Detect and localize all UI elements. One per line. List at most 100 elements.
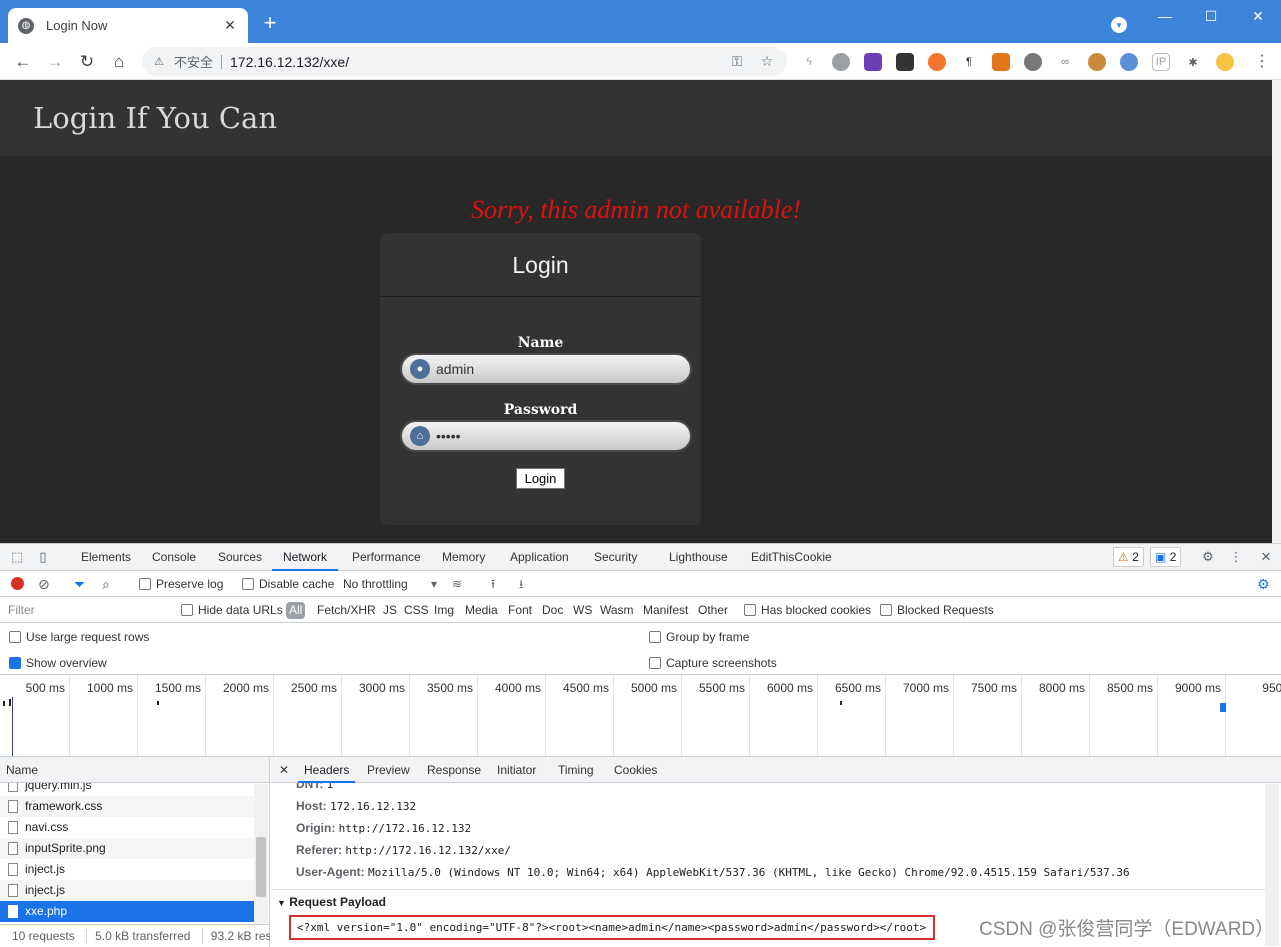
tab-editthiscookie[interactable]: EditThisCookie bbox=[751, 544, 832, 571]
tab-performance[interactable]: Performance bbox=[352, 544, 421, 571]
password-value[interactable]: ••••• bbox=[436, 428, 461, 444]
more-options-icon[interactable]: ⋮ bbox=[1227, 548, 1245, 566]
tab-elements[interactable]: Elements bbox=[81, 544, 131, 571]
close-devtools-icon[interactable]: ✕ bbox=[1257, 548, 1275, 566]
reload-icon[interactable]: ↻ bbox=[76, 51, 98, 73]
tab-preview[interactable]: Preview bbox=[367, 757, 410, 783]
scrollbar-thumb[interactable] bbox=[256, 837, 266, 897]
large-rows-checkbox[interactable]: Use large request rows bbox=[9, 630, 149, 644]
password-field[interactable]: ⌂ ••••• bbox=[400, 420, 692, 452]
maximize-button[interactable]: ☐ bbox=[1201, 6, 1221, 26]
cookie-icon[interactable] bbox=[1088, 53, 1106, 71]
group-by-frame-checkbox[interactable]: Group by frame bbox=[649, 630, 749, 644]
hide-data-urls-checkbox[interactable]: Hide data URLs bbox=[181, 602, 283, 619]
throttling-select[interactable]: No throttling ▾ bbox=[343, 576, 437, 592]
device-toolbar-icon[interactable]: ▯ bbox=[34, 548, 52, 566]
hexagon-extension-icon[interactable] bbox=[864, 53, 882, 71]
back-arrow-icon[interactable]: ← bbox=[12, 51, 34, 73]
request-row[interactable]: navi.css bbox=[0, 817, 254, 838]
avatar[interactable] bbox=[1216, 53, 1234, 71]
tab-close-icon[interactable]: ✕ bbox=[222, 17, 238, 34]
inspect-icon[interactable]: ⬚ bbox=[8, 548, 26, 566]
warnings-badge[interactable]: ⚠ 2 bbox=[1113, 547, 1144, 567]
request-row[interactable]: inputSprite.png bbox=[0, 838, 254, 859]
ip-extension-icon[interactable]: IP bbox=[1152, 53, 1170, 71]
filter-type-font[interactable]: Font bbox=[508, 602, 532, 619]
close-window-button[interactable]: ✕ bbox=[1248, 6, 1268, 26]
tab-headers[interactable]: Headers bbox=[298, 757, 356, 783]
tab-lighthouse[interactable]: Lighthouse bbox=[669, 544, 728, 571]
page-scrollbar[interactable] bbox=[1272, 80, 1281, 543]
tab-console[interactable]: Console bbox=[152, 544, 196, 571]
mask-extension-icon[interactable] bbox=[896, 53, 914, 71]
show-overview-checkbox[interactable]: Show overview bbox=[9, 656, 107, 670]
link-extension-icon[interactable]: ∞ bbox=[1056, 53, 1074, 71]
request-row-selected[interactable]: xxe.php bbox=[0, 901, 254, 922]
login-button[interactable]: Login bbox=[516, 468, 565, 489]
blocked-cookies-checkbox[interactable]: Has blocked cookies bbox=[744, 602, 871, 619]
filter-icon[interactable]: ⏷ bbox=[74, 576, 85, 592]
tab-application[interactable]: Application bbox=[510, 544, 569, 571]
bolt-icon[interactable]: ϟ bbox=[800, 53, 818, 71]
tab-cookies[interactable]: Cookies bbox=[614, 757, 657, 783]
close-detail-icon[interactable]: ✕ bbox=[279, 757, 289, 783]
warning-icon[interactable]: ⚠ bbox=[152, 55, 166, 69]
preserve-log-checkbox[interactable]: Preserve log bbox=[139, 576, 223, 592]
home-icon[interactable]: ⌂ bbox=[108, 51, 130, 73]
filter-type-doc[interactable]: Doc bbox=[542, 602, 563, 619]
messages-badge[interactable]: ▣ 2 bbox=[1150, 547, 1182, 567]
filter-input[interactable]: Filter bbox=[4, 601, 170, 619]
address-bar[interactable]: ⚠ 不安全 172.16.12.132/xxe/ ⚿ ☆ bbox=[142, 47, 787, 76]
tab-search-icon[interactable]: ▾ bbox=[1111, 17, 1127, 33]
tab-memory[interactable]: Memory bbox=[442, 544, 485, 571]
tab-timing[interactable]: Timing bbox=[558, 757, 594, 783]
minimize-button[interactable]: — bbox=[1155, 6, 1175, 26]
orange-extension-icon[interactable] bbox=[928, 53, 946, 71]
import-har-icon[interactable]: ⭱ bbox=[491, 576, 495, 592]
request-row[interactable]: jquery.min.js bbox=[0, 783, 254, 796]
disable-cache-checkbox[interactable]: Disable cache bbox=[242, 576, 334, 592]
puzzle-icon[interactable]: ✱ bbox=[1184, 53, 1202, 71]
record-icon[interactable] bbox=[11, 577, 24, 590]
request-row[interactable]: framework.css bbox=[0, 796, 254, 817]
filter-type-media[interactable]: Media bbox=[465, 602, 498, 619]
forward-arrow-icon[interactable]: → bbox=[44, 51, 66, 73]
network-overview-timeline[interactable]: 95009000 ms8500 ms8000 ms7500 ms7000 ms6… bbox=[0, 675, 1281, 757]
tab-sources[interactable]: Sources bbox=[218, 544, 262, 571]
request-payload-section[interactable]: ▼ Request Payload bbox=[277, 895, 386, 909]
filter-type-manifest[interactable]: Manifest bbox=[643, 602, 688, 619]
capture-screenshots-checkbox[interactable]: Capture screenshots bbox=[649, 656, 777, 670]
blocked-requests-checkbox[interactable]: Blocked Requests bbox=[880, 602, 994, 619]
request-row[interactable]: inject.js bbox=[0, 880, 254, 901]
settings-gear-icon[interactable]: ⚙ bbox=[1199, 548, 1217, 566]
star-icon[interactable]: ☆ bbox=[757, 53, 777, 70]
network-settings-gear-icon[interactable]: ⚙ bbox=[1257, 576, 1270, 592]
export-har-icon[interactable]: ⭳ bbox=[519, 576, 523, 592]
name-value[interactable]: admin bbox=[436, 361, 474, 377]
tab-network[interactable]: Network bbox=[272, 544, 339, 571]
column-name[interactable]: Name bbox=[0, 757, 269, 783]
request-row[interactable]: inject.js bbox=[0, 859, 254, 880]
filter-type-other[interactable]: Other bbox=[698, 602, 728, 619]
tab-initiator[interactable]: Initiator bbox=[497, 757, 536, 783]
gear-extension-icon[interactable] bbox=[1024, 53, 1042, 71]
clear-icon[interactable]: ⊘ bbox=[38, 576, 50, 592]
filter-type-ws[interactable]: WS bbox=[573, 602, 592, 619]
info-extension-icon[interactable] bbox=[1120, 53, 1138, 71]
name-field[interactable]: ● admin bbox=[400, 353, 692, 385]
new-tab-button[interactable]: + bbox=[258, 12, 282, 36]
filter-type-css[interactable]: CSS bbox=[404, 602, 429, 619]
pilcrow-icon[interactable]: ¶ bbox=[960, 53, 978, 71]
key-icon[interactable]: ⚿ bbox=[727, 53, 747, 70]
filter-type-js[interactable]: JS bbox=[383, 602, 397, 619]
tab-security[interactable]: Security bbox=[594, 544, 637, 571]
url-text[interactable]: 172.16.12.132/xxe/ bbox=[230, 54, 727, 70]
search-icon[interactable]: ⌕ bbox=[102, 576, 110, 592]
browser-menu-icon[interactable]: ⋮ bbox=[1252, 51, 1272, 73]
filter-type-wasm[interactable]: Wasm bbox=[600, 602, 634, 619]
circle-extension-icon[interactable] bbox=[832, 53, 850, 71]
filter-type-all[interactable]: All bbox=[286, 602, 306, 619]
browser-tab[interactable]: ◍ Login Now ✕ bbox=[8, 8, 248, 43]
filter-type-xhr[interactable]: Fetch/XHR bbox=[317, 602, 376, 619]
filter-type-img[interactable]: Img bbox=[434, 602, 454, 619]
